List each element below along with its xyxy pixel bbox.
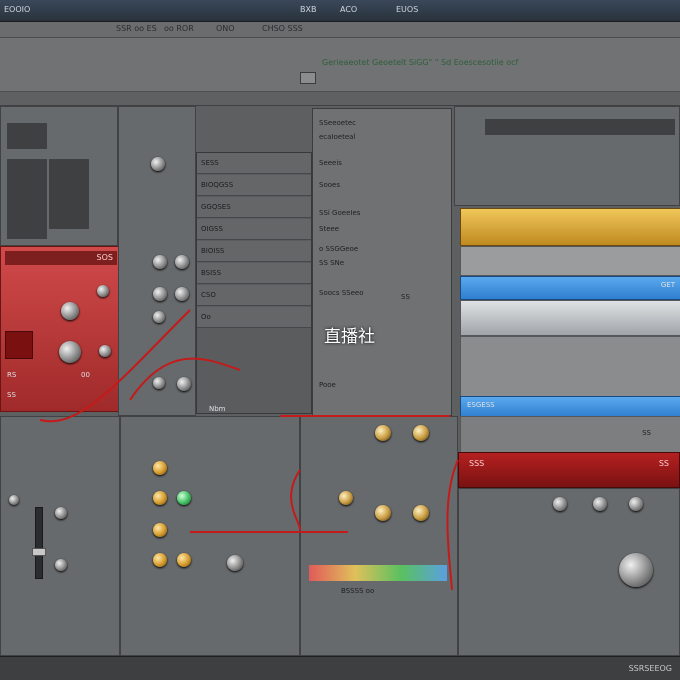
status-text: SSRSEEOG	[628, 664, 672, 673]
patch-cables	[39, 309, 459, 591]
status-bar: SSRSEEOG	[0, 656, 680, 680]
